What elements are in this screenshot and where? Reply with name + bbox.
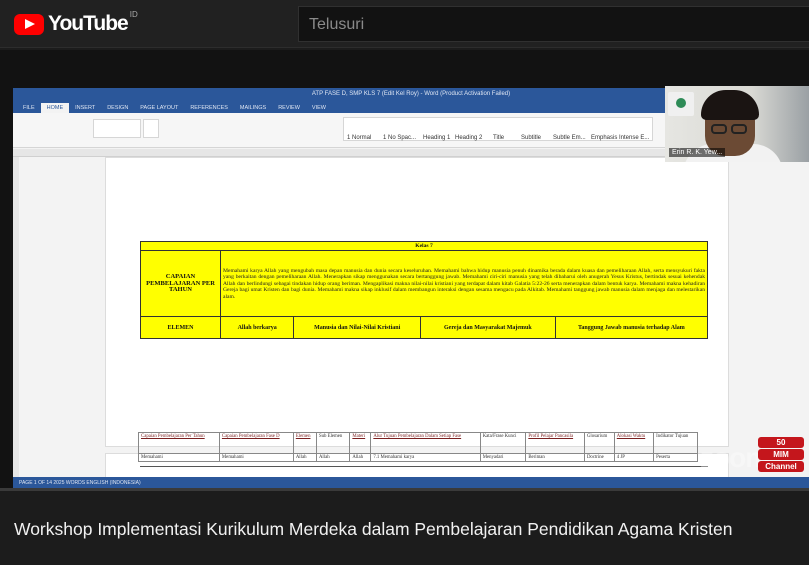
cell-4: Allah	[315, 453, 351, 462]
word-tab-references[interactable]: REFERENCES	[184, 103, 234, 113]
video-player[interactable]: ATP FASE D, SMP KLS 7 (Edit Kel Roy) - W…	[0, 50, 809, 490]
cell-10: 4 JP	[613, 453, 655, 462]
cell-8: Beriman	[525, 453, 585, 462]
cell-3: Allah	[292, 453, 317, 462]
youtube-logo[interactable]: YouTube ID	[14, 10, 138, 36]
glasses-right	[731, 124, 747, 134]
channel-badge: 50 MIM Channel	[758, 436, 804, 478]
capaian-table: Kelas 7 CAPAIAN PEMBELAJARAN PER TAHUN M…	[140, 240, 709, 340]
participant-video: Erin R. K. Yew...	[665, 86, 809, 162]
cell-6: 7.1 Memahami karya	[370, 453, 481, 462]
font-size-box[interactable]	[143, 119, 159, 138]
word-tab-home[interactable]: HOME	[40, 103, 70, 113]
word-tab-insert[interactable]: INSERT	[69, 103, 101, 113]
elemen-1: Allah berkarya	[219, 316, 295, 340]
col-indikator: Indikator Tujuan	[653, 432, 698, 454]
style-heading-1[interactable]: Heading 1	[423, 135, 450, 141]
youtube-play-icon	[14, 13, 44, 35]
style-subtitle[interactable]: Subtitle	[521, 135, 541, 141]
cell-11: Peserta	[653, 453, 698, 462]
elemen-label: ELEMEN	[140, 316, 221, 340]
glasses-left	[711, 124, 727, 134]
badge-line-2: MIM	[758, 449, 804, 460]
col-materi: Materi	[349, 432, 372, 454]
word-tab-mailings[interactable]: MAILINGS	[234, 103, 272, 113]
atp-table: Capaian Pembelajaran Per Tahun Capaian P…	[138, 432, 698, 462]
style-normal[interactable]: 1 Normal	[347, 135, 371, 141]
class-header: Kelas 7	[140, 240, 708, 252]
col-kata-kunci: Kata/Frase Kunci	[479, 432, 527, 454]
word-tab-review[interactable]: REVIEW	[272, 103, 306, 113]
col-profil-pelajar: Profil Pelajar Pancasila	[525, 432, 585, 454]
youtube-wordmark: YouTube	[48, 12, 129, 35]
style-emphasis[interactable]: Emphasis	[591, 135, 617, 141]
elemen-4: Tanggung Jawab manusia terhadap Alam	[554, 316, 709, 340]
capaian-text: Memahami karya Allah yang mengubah masa …	[220, 250, 708, 318]
cell-5: Allah	[349, 453, 372, 462]
participant-name: Erin R. K. Yew...	[669, 148, 726, 157]
badge-line-1: 50	[758, 437, 804, 448]
vertical-ruler[interactable]	[13, 157, 19, 477]
badge-line-3: Channel	[758, 461, 804, 472]
col-sub-elemen: Sub Elemen	[315, 432, 351, 454]
document-page-1[interactable]: Kelas 7 CAPAIAN PEMBELAJARAN PER TAHUN M…	[105, 157, 729, 447]
col-alokasi-waktu: Alokasi Waktu	[613, 432, 655, 454]
poster-logo	[676, 98, 686, 108]
country-code: ID	[129, 10, 138, 19]
video-title: Workshop Implementasi Kurikulum Merdeka …	[14, 519, 733, 539]
cell-2: Memahami	[218, 453, 294, 462]
style-no-spacing[interactable]: 1 No Spac...	[383, 135, 416, 141]
word-tab-view[interactable]: VIEW	[306, 103, 332, 113]
col-elemen: Elemen	[292, 432, 317, 454]
word-tab-page-layout[interactable]: PAGE LAYOUT	[134, 103, 184, 113]
col-glosarium: Glosarium	[583, 432, 615, 454]
video-progress-bar[interactable]	[0, 488, 809, 491]
cell-1: Memahami	[138, 453, 220, 462]
col-capaian-fase: Capaian Pembelajaran Fase D	[218, 432, 294, 454]
col-alur-tujuan: Alur Tujuan Pembelajaran Dalam Setiap Fa…	[370, 432, 481, 454]
style-title[interactable]: Title	[493, 135, 504, 141]
cell-9: Doctrine	[583, 453, 615, 462]
style-intense-emphasis[interactable]: Intense E...	[619, 135, 649, 141]
elemen-3: Gereja dan Masyarakat Majemuk	[420, 316, 556, 340]
word-tab-design[interactable]: DESIGN	[101, 103, 134, 113]
word-tab-file[interactable]: FILE	[17, 103, 41, 113]
style-heading-2[interactable]: Heading 2	[455, 135, 482, 141]
capaian-label: CAPAIAN PEMBELAJARAN PER TAHUN	[140, 250, 221, 318]
search-input[interactable]: Telusuri	[298, 6, 809, 42]
elemen-2: Manusia dan Nilai-Nilai Kristiani	[293, 316, 421, 340]
cell-7: Menyadari	[479, 453, 527, 462]
col-capaian-tahun: Capaian Pembelajaran Per Tahun	[138, 432, 220, 454]
style-subtle-emphasis[interactable]: Subtle Em...	[553, 135, 586, 141]
youtube-header: YouTube ID Telusuri	[0, 0, 809, 48]
font-name-box[interactable]	[93, 119, 141, 138]
wall-poster	[668, 92, 694, 116]
